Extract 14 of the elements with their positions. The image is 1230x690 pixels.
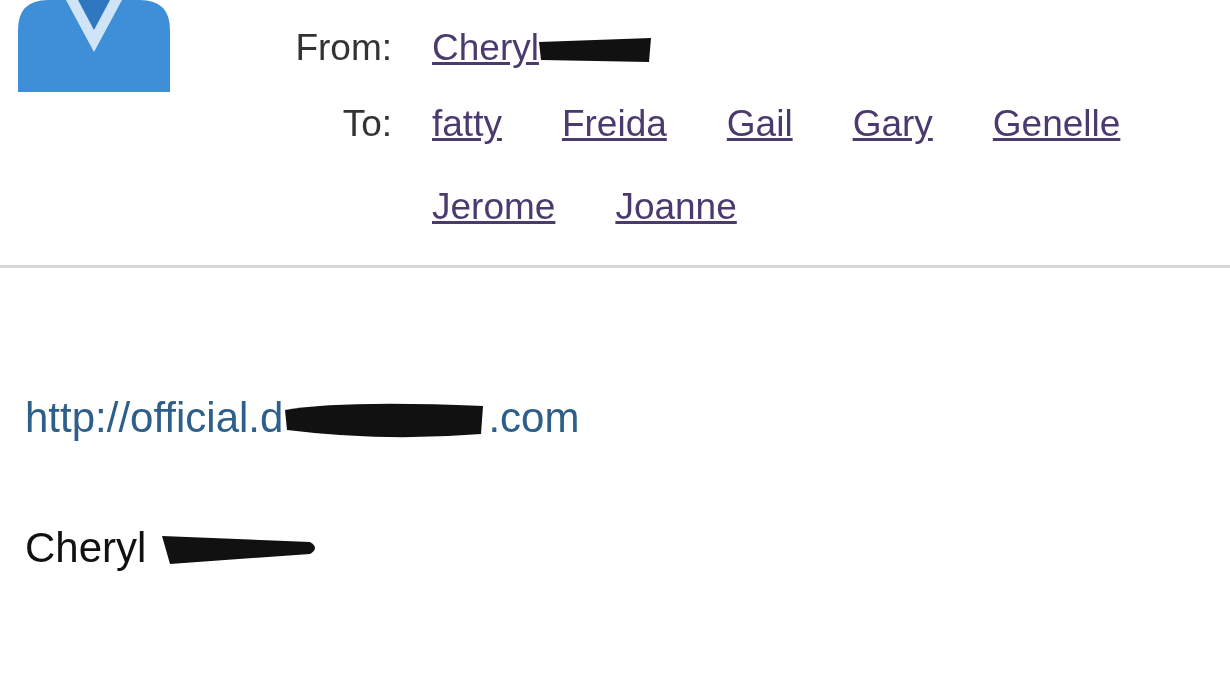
recipient-link[interactable]: Joanne: [615, 179, 737, 235]
to-label: To:: [342, 102, 392, 146]
signature-text: Cheryl: [25, 523, 147, 573]
sender-link[interactable]: Cheryl: [432, 20, 539, 76]
recipient-link[interactable]: Freida: [561, 96, 667, 152]
website-link[interactable]: .com: [488, 388, 580, 448]
recipient-link[interactable]: fatty: [432, 96, 502, 152]
recipient-link[interactable]: Jerome: [432, 179, 556, 235]
from-label: From:: [295, 26, 392, 70]
person-avatar-icon: [18, 0, 170, 92]
recipient-link[interactable]: Gary: [852, 96, 933, 152]
website-link[interactable]: http://official.d: [25, 388, 284, 448]
recipient-link[interactable]: Genelle: [992, 96, 1121, 152]
recipient-link[interactable]: Gail: [726, 96, 793, 152]
